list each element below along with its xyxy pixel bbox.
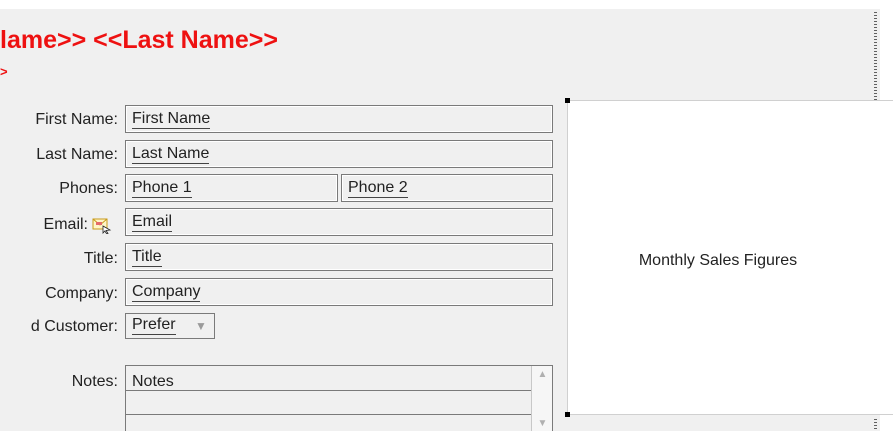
email-label: Email:	[43, 216, 88, 233]
section-resize-grip[interactable]	[874, 419, 877, 431]
chart-placeholder-label: Monthly Sales Figures	[638, 252, 798, 269]
notes-label: Notes:	[71, 373, 118, 390]
header-subtitle[interactable]: >	[0, 65, 8, 79]
email-value: Email	[132, 213, 173, 232]
phone-2-field[interactable]: Phone 2	[341, 174, 553, 202]
scroll-down-arrow-icon[interactable]: ▼	[532, 418, 552, 430]
last-name-value: Last Name	[132, 145, 210, 164]
section-resize-grip[interactable]	[874, 12, 877, 100]
phones-label: Phones:	[59, 180, 118, 197]
selection-handle-bottom-left[interactable]	[565, 412, 570, 417]
company-value: Company	[132, 283, 201, 302]
email-field[interactable]: Email	[125, 208, 553, 236]
company-label: Company:	[45, 285, 118, 302]
report-design-canvas: lame>> <<Last Name>> > First Name: First…	[0, 0, 893, 431]
notes-field[interactable]: Notes ▲ ▼	[125, 365, 553, 431]
notes-rule-line	[126, 390, 531, 391]
header-name-title[interactable]: lame>> <<Last Name>>	[0, 25, 278, 55]
preferred-customer-label: d Customer:	[30, 318, 118, 335]
first-name-value: First Name	[132, 110, 211, 129]
first-name-field[interactable]: First Name	[125, 105, 553, 133]
phone-1-value: Phone 1	[132, 179, 192, 198]
email-attach-icon[interactable]	[92, 217, 112, 234]
title-field[interactable]: Title	[125, 243, 553, 271]
scroll-up-arrow-icon[interactable]: ▲	[532, 369, 552, 381]
phone-1-field[interactable]: Phone 1	[125, 174, 338, 202]
company-field[interactable]: Company	[125, 278, 553, 306]
dropdown-arrow-icon[interactable]: ▼	[190, 315, 212, 337]
monthly-sales-chart-control[interactable]: Monthly Sales Figures	[567, 100, 893, 415]
notes-value: Notes	[132, 373, 174, 390]
preferred-customer-combo[interactable]: Prefer ▼	[125, 313, 215, 339]
notes-scrollbar[interactable]: ▲ ▼	[531, 366, 552, 431]
last-name-field[interactable]: Last Name	[125, 140, 553, 168]
preferred-customer-value: Prefer	[132, 316, 176, 335]
notes-rule-line	[126, 414, 531, 415]
first-name-label: First Name:	[35, 111, 118, 128]
title-label: Title:	[83, 250, 118, 267]
phone-2-value: Phone 2	[348, 179, 408, 198]
selection-handle-top-left[interactable]	[565, 98, 570, 103]
title-value: Title	[132, 248, 162, 267]
last-name-label: Last Name:	[36, 146, 118, 163]
